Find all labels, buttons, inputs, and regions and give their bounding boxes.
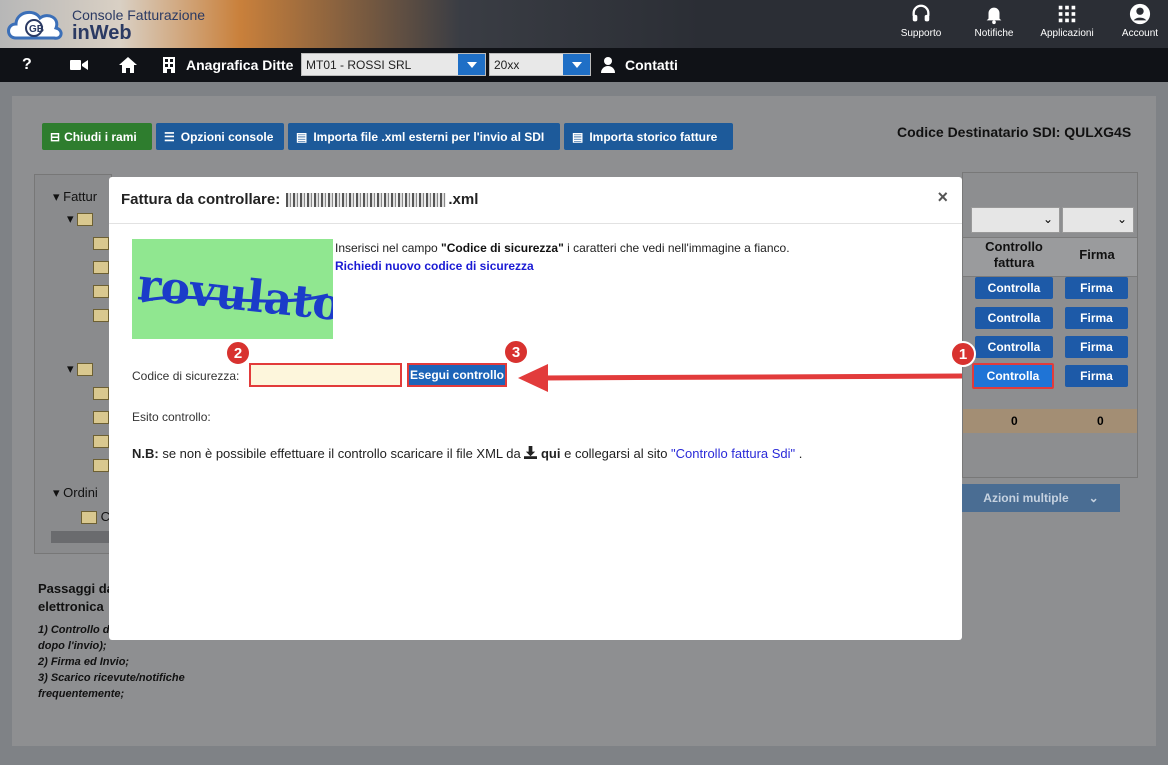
step-badge-2: 2 xyxy=(225,340,251,366)
step-badge-3: 3 xyxy=(503,339,529,365)
annotation-arrow xyxy=(518,364,963,392)
step-badge-1: 1 xyxy=(950,341,976,367)
